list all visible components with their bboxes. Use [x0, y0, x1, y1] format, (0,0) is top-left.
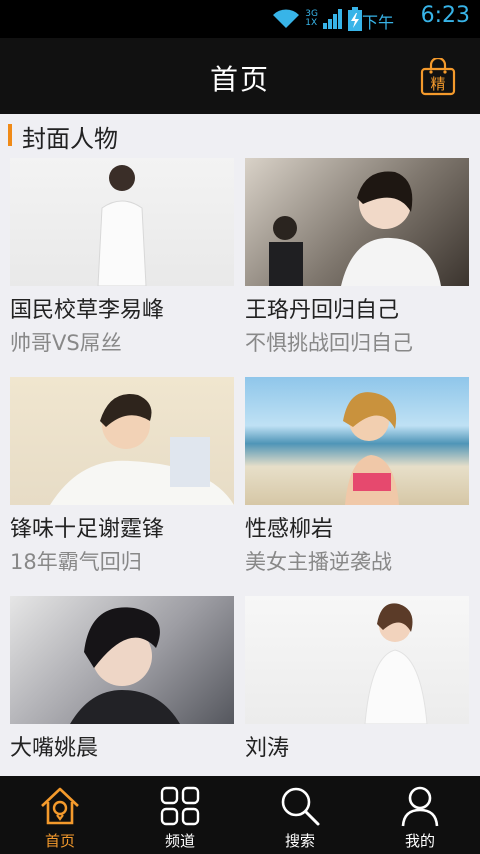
nav-home-label: 首页	[44, 832, 75, 850]
person-name: 国民校草李易峰	[10, 298, 165, 323]
person-subtitle: 不惧挑战回归自己	[245, 331, 413, 355]
person-card[interactable]: 大嘴姚晨	[10, 596, 234, 767]
person-photo	[245, 377, 469, 505]
section-title: 封面人物	[22, 125, 118, 153]
section-heading: 封面人物	[0, 114, 480, 156]
person-photo	[245, 596, 469, 724]
person-silhouette	[50, 394, 234, 505]
person-name: 刘涛	[245, 736, 290, 761]
nav-profile[interactable]: 我的	[360, 776, 480, 854]
person-name: 大嘴姚晨	[10, 736, 99, 761]
network-type-label: 3G 1X	[305, 10, 318, 28]
network-type-1x: 1X	[305, 18, 318, 28]
signal-icon	[323, 9, 342, 29]
person-card[interactable]: 国民校草李易峰 帅哥VS屌丝	[10, 158, 234, 357]
home-icon	[41, 787, 79, 825]
nav-search[interactable]: 搜索	[240, 776, 360, 854]
person-card[interactable]: 锋味十足谢霆锋 18年霸气回归	[10, 377, 234, 576]
person-card[interactable]: 王珞丹回归自己 不惧挑战回归自己	[245, 158, 469, 357]
cover-people-grid: 国民校草李易峰 帅哥VS屌丝 王珞丹回归自己 不惧挑战回归自己 锋味十足谢霆锋	[0, 158, 480, 776]
nav-home[interactable]: 首页	[0, 776, 120, 854]
person-silhouette	[97, 165, 147, 286]
person-subtitle: 18年霸气回归	[10, 550, 142, 574]
featured-badge-text: 精	[430, 75, 446, 93]
person-subtitle: 帅哥VS屌丝	[10, 331, 122, 355]
person-silhouette	[343, 392, 399, 505]
person-subtitle: 美女主播逆袭战	[245, 550, 392, 574]
person-silhouette	[70, 607, 180, 724]
person-name: 性感柳岩	[245, 517, 334, 542]
person-silhouette	[269, 171, 441, 286]
user-icon	[401, 786, 439, 827]
app-header: 首页 精	[0, 38, 480, 114]
clock-time: 6:23	[420, 3, 470, 28]
featured-bag-button[interactable]: 精	[420, 56, 456, 96]
person-name: 锋味十足谢霆锋	[10, 517, 165, 542]
grid-icon	[160, 786, 200, 826]
nav-channels-label: 频道	[164, 832, 195, 850]
nav-search-label: 搜索	[284, 832, 315, 850]
page-title: 首页	[209, 63, 270, 96]
person-photo	[10, 377, 234, 505]
person-name: 王珞丹回归自己	[245, 298, 400, 323]
person-card[interactable]: 性感柳岩 美女主播逆袭战	[245, 377, 469, 576]
nav-channels[interactable]: 频道	[120, 776, 240, 854]
section-accent-bar	[8, 124, 12, 146]
battery-charging-icon	[348, 7, 362, 31]
bottom-nav: 首页 频道 搜索 我的	[0, 776, 480, 854]
nav-profile-label: 我的	[404, 832, 435, 850]
person-silhouette	[364, 603, 428, 724]
person-card[interactable]: 刘涛	[245, 596, 469, 767]
status-bar: 3G 1X 下午 6:23	[0, 0, 480, 38]
wifi-icon	[273, 9, 300, 28]
time-ampm: 下午	[361, 13, 394, 32]
person-photo	[10, 158, 234, 286]
person-photo	[245, 158, 469, 286]
person-photo	[10, 596, 234, 724]
search-icon	[281, 787, 320, 826]
status-icons: 3G 1X	[271, 4, 362, 34]
